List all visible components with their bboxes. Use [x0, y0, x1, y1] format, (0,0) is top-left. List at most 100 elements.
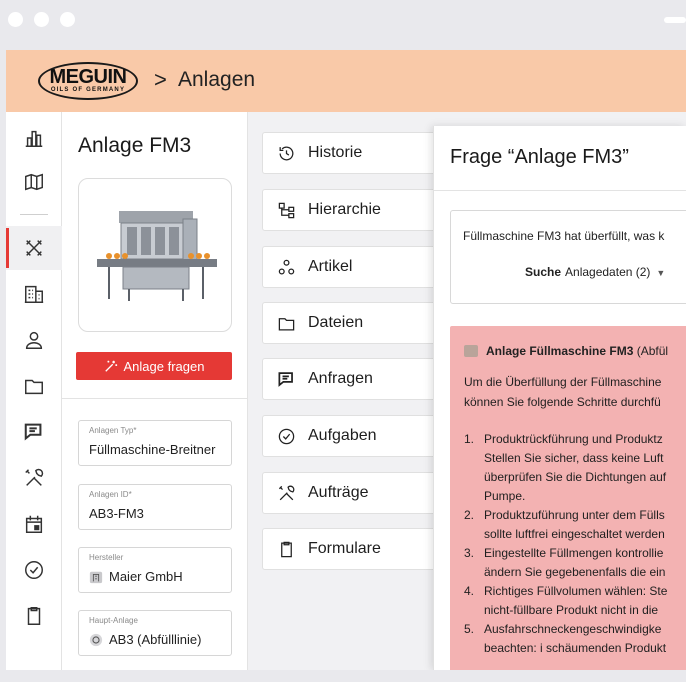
answer-header: Anlage Füllmaschine FM3 (Abfül	[464, 344, 668, 358]
chat-icon	[24, 423, 42, 441]
browser-menu-bar[interactable]	[664, 17, 686, 23]
step-line: Ausfahrschneckengeschwindigke	[484, 622, 662, 636]
logo-brand: MEGUIN	[49, 66, 128, 88]
question-panel-divider	[434, 190, 686, 191]
step-number: 3.	[464, 546, 475, 560]
logo-tagline: OILS OF GERMANY	[50, 87, 126, 93]
bar-chart-icon	[25, 130, 43, 147]
step-line: überprüfen Sie die Dichtungen auf	[484, 470, 667, 484]
folder-icon	[278, 317, 295, 330]
page-title: Anlage FM3	[78, 134, 192, 157]
manufacturer-label: Hersteller	[89, 553, 124, 562]
asset-circle-icon	[89, 633, 103, 646]
ask-asset-label: Anlage fragen	[123, 358, 205, 374]
tab-formulare[interactable]: Formulare	[262, 528, 442, 570]
building-icon	[89, 571, 103, 583]
filling-machine-illustration	[97, 211, 217, 301]
sidebar-item-forms[interactable]	[6, 594, 62, 638]
step-line: ändern Sie gegebenenfalls die ein	[484, 565, 666, 579]
step-line: sollte luftfrei eingeschaltet werden	[484, 527, 665, 541]
tab-formulare-label: Formulare	[308, 540, 381, 557]
sidebar-item-buildings[interactable]	[6, 272, 62, 316]
sidebar-item-map[interactable]	[6, 160, 62, 204]
app-frame-bottom	[0, 670, 686, 682]
parent-asset-value-row: AB3 (Abfülllinie)	[89, 632, 202, 647]
answer-card: Anlage Füllmaschine FM3 (Abfül Um die Üb…	[450, 326, 686, 670]
tab-aufgaben[interactable]: Aufgaben	[262, 415, 442, 457]
question-box[interactable]: Füllmaschine FM3 hat überfüllt, was k Su…	[450, 210, 686, 304]
sidebar-item-orders[interactable]	[6, 456, 62, 500]
search-source-dropdown[interactable]: Suche Anlagedaten (2) ▼	[525, 265, 665, 279]
asset-type-value: Füllmaschine-Breitner	[89, 442, 216, 457]
step-line: nicht-füllbare Produkt nicht in die	[484, 603, 659, 617]
question-text: Füllmaschine FM3 hat überfüllt, was k	[463, 229, 665, 243]
sidebar-item-requests[interactable]	[6, 410, 62, 454]
parent-asset-value: AB3 (Abfülllinie)	[109, 632, 202, 647]
check-circle-icon	[25, 561, 43, 579]
step-number: 5.	[464, 622, 475, 636]
tab-dateien-label: Dateien	[308, 314, 364, 331]
sidebar-item-users[interactable]	[6, 318, 62, 362]
answer-intro-line: Um die Überfüllung der Füllmaschine	[464, 375, 662, 389]
asset-id-field[interactable]: Anlagen ID* AB3-FM3	[78, 484, 232, 530]
tab-artikel-label: Artikel	[308, 258, 353, 275]
user-icon	[25, 331, 43, 349]
sidebar-item-calendar[interactable]	[6, 502, 62, 546]
brand-logo[interactable]: MEGUIN OILS OF GERMANY	[38, 62, 138, 100]
sidebar-item-dashboard[interactable]	[6, 116, 62, 160]
window-maximize-dot[interactable]	[60, 12, 75, 27]
sidebar-divider	[20, 214, 48, 215]
step-number: 1.	[464, 432, 475, 446]
breadcrumb[interactable]: Anlagen	[178, 68, 255, 92]
manufacturer-value: Maier GmbH	[109, 569, 183, 584]
answer-intro: Um die Überfüllung der Füllmaschine könn…	[464, 372, 661, 412]
tab-hierarchie-label: Hierarchie	[308, 201, 381, 218]
step-line: Stellen Sie sicher, dass keine Luft	[484, 451, 664, 465]
window-close-dot[interactable]	[8, 12, 23, 27]
tab-artikel[interactable]: Artikel	[262, 246, 442, 288]
building-icon	[24, 285, 44, 303]
tools-icon	[25, 468, 44, 486]
asset-id-value: AB3-FM3	[89, 506, 144, 521]
tools-cross-icon	[26, 240, 42, 256]
tab-auftraege[interactable]: Aufträge	[262, 472, 442, 514]
magic-wand-icon	[104, 360, 117, 372]
step-line: Produktzuführung unter dem Fülls	[484, 508, 665, 522]
hierarchy-icon	[278, 202, 295, 218]
clipboard-icon	[27, 607, 41, 625]
machine-thumbnail-icon	[464, 345, 478, 357]
tab-anfragen-label: Anfragen	[308, 370, 373, 387]
tab-anfragen[interactable]: Anfragen	[262, 358, 442, 400]
step-line: Richtiges Füllvolumen wählen: Ste	[484, 584, 668, 598]
machine-image[interactable]	[78, 178, 232, 332]
window-minimize-dot[interactable]	[34, 12, 49, 27]
answer-steps: 1. Produktrückführung und Produktz Stelle…	[464, 430, 667, 658]
asset-details-panel: Anlage FM3 Anlage fragen Anlagen Typ* Fü…	[62, 112, 248, 670]
parent-asset-field[interactable]: Haupt-Anlage AB3 (Abfülllinie)	[78, 610, 232, 656]
browser-chrome	[0, 0, 686, 50]
answer-intro-line: können Sie folgende Schritte durchfü	[464, 395, 661, 409]
step-line: Eingestellte Füllmengen kontrollie	[484, 546, 664, 560]
sidebar-item-files[interactable]	[6, 364, 62, 408]
parent-asset-label: Haupt-Anlage	[89, 616, 138, 625]
search-source-value: Anlagedaten (2)	[565, 265, 651, 279]
tools-icon	[278, 485, 295, 500]
step-line: Pumpe.	[484, 489, 526, 503]
calendar-icon	[25, 515, 43, 533]
answer-step: 3. Eingestellte Füllmengen kontrollie änd…	[464, 544, 667, 582]
tab-hierarchie[interactable]: Hierarchie	[262, 189, 442, 231]
manufacturer-field[interactable]: Hersteller Maier GmbH	[78, 547, 232, 593]
manufacturer-value-row: Maier GmbH	[89, 569, 183, 584]
asset-type-label: Anlagen Typ*	[89, 426, 137, 435]
tab-historie[interactable]: Historie	[262, 132, 442, 174]
tab-dateien[interactable]: Dateien	[262, 302, 442, 344]
article-icon	[278, 259, 295, 274]
sidebar-item-tasks[interactable]	[6, 548, 62, 592]
ask-asset-button[interactable]: Anlage fragen	[76, 352, 232, 380]
chat-icon	[278, 371, 293, 387]
sidebar-item-assets[interactable]	[6, 226, 62, 270]
asset-type-field[interactable]: Anlagen Typ* Füllmaschine-Breitner	[78, 420, 232, 466]
step-number: 4.	[464, 584, 475, 598]
icon-sidebar	[6, 112, 62, 670]
details-divider	[62, 398, 248, 399]
